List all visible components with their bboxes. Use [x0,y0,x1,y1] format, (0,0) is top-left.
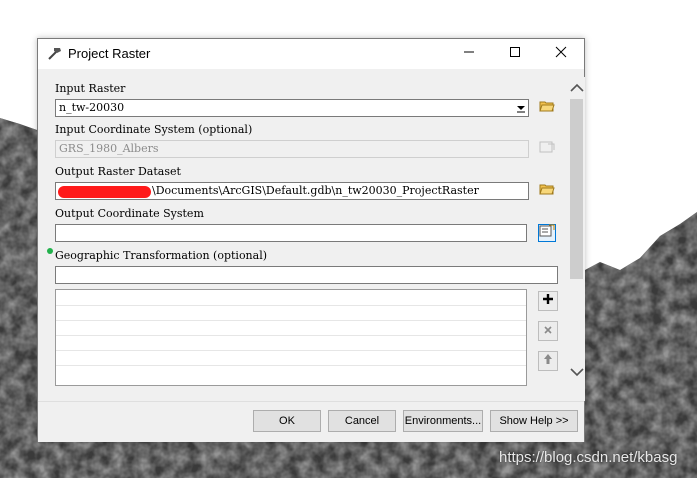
required-indicator-icon [47,248,53,254]
vertical-scroll-thumb[interactable] [570,99,583,279]
properties-icon [539,224,555,243]
parameters-panel: Input Raster n_tw-20030 Input Coordinate… [41,69,585,430]
window-title: Project Raster [68,46,151,61]
arrow-up-icon [543,352,553,370]
dialog-footer: OK Cancel Environments... Show Help >> [38,401,584,442]
redaction-mark [58,186,151,198]
move-up-button[interactable] [538,351,558,371]
show-help-button[interactable]: Show Help >> [490,410,578,432]
input-coord-label: Input Coordinate System (optional) [55,123,253,136]
dropdown-arrow-icon[interactable] [516,102,526,116]
hammer-icon [46,45,64,63]
list-row-divider [56,350,526,351]
output-raster-value: \Documents\ArcGIS\Default.gdb\n_tw20030_… [152,184,479,197]
browse-input-raster-button[interactable] [538,99,556,117]
folder-open-icon [539,99,555,118]
folder-open-icon [539,182,555,201]
output-raster-input[interactable]: \Documents\ArcGIS\Default.gdb\n_tw20030_… [55,182,529,200]
input-raster-label: Input Raster [55,82,126,95]
watermark-text: https://blog.csdn.net/kbasg [499,449,678,466]
close-icon [555,45,567,63]
input-coord-field: GRS_1980_Albers [55,140,529,158]
cancel-button[interactable]: Cancel [328,410,396,432]
input-raster-combobox[interactable]: n_tw-20030 [55,99,529,117]
project-raster-dialog: Project Raster Input Raster n_tw-20030 I… [37,38,585,442]
properties-icon [539,140,555,159]
geo-transform-label: Geographic Transformation (optional) [55,249,268,262]
geo-transform-input[interactable] [55,266,558,284]
plus-icon [542,292,554,310]
title-bar[interactable]: Project Raster [38,39,584,69]
list-row-divider [56,335,526,336]
add-button[interactable] [538,291,558,311]
output-coord-properties-button[interactable] [538,224,556,242]
input-coord-properties-button [538,140,556,158]
remove-button[interactable] [538,321,558,341]
ok-button[interactable]: OK [253,410,321,432]
input-coord-value: GRS_1980_Albers [59,142,159,155]
list-row-divider [56,320,526,321]
minimize-icon [463,45,475,63]
chevron-up-icon[interactable] [570,81,584,99]
maximize-icon [509,45,521,63]
browse-output-raster-button[interactable] [538,182,556,200]
x-icon [543,322,553,340]
close-button[interactable] [538,39,584,69]
chevron-down-icon[interactable] [570,365,584,383]
minimize-button[interactable] [446,39,492,69]
output-coord-input[interactable] [55,224,527,242]
output-raster-label: Output Raster Dataset [55,165,181,178]
vertical-scrollbar[interactable] [568,77,585,401]
maximize-button[interactable] [492,39,538,69]
output-coord-label: Output Coordinate System [55,207,204,220]
transformation-list[interactable] [55,289,527,386]
list-row-divider [56,365,526,366]
input-raster-value: n_tw-20030 [59,101,125,114]
list-row-divider [56,305,526,306]
environments-button[interactable]: Environments... [403,410,483,432]
